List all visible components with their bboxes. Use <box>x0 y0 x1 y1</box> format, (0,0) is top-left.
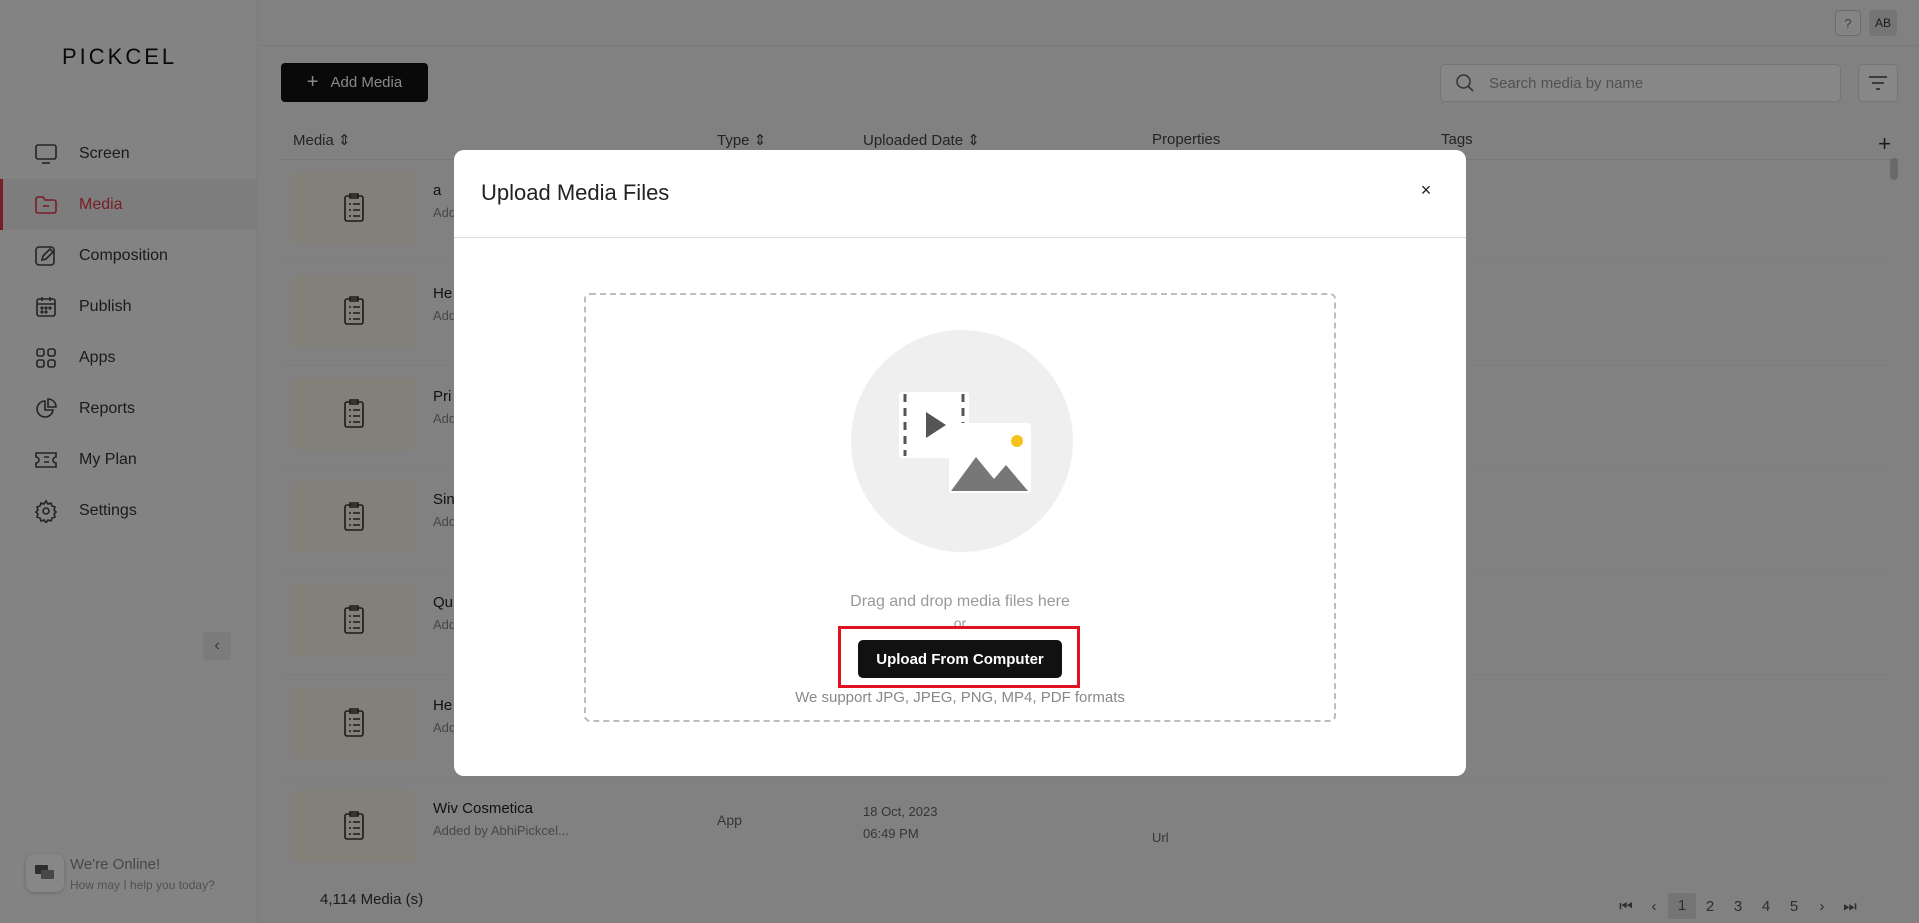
modal-divider <box>454 237 1466 238</box>
modal-title: Upload Media Files <box>481 180 670 205</box>
drag-drop-instruction: Drag and drop media files here <box>850 593 1070 610</box>
upload-media-modal: Upload Media Files × Drag and drop media… <box>454 150 1466 776</box>
file-dropzone[interactable]: Drag and drop media files here or Upload… <box>584 293 1336 722</box>
media-illustration <box>851 330 1073 552</box>
upload-from-computer-button[interactable]: Upload From Computer <box>858 640 1062 678</box>
supported-formats: We support JPG, JPEG, PNG, MP4, PDF form… <box>795 689 1125 706</box>
close-icon[interactable]: × <box>1416 180 1436 200</box>
media-files-icon <box>899 392 1031 493</box>
